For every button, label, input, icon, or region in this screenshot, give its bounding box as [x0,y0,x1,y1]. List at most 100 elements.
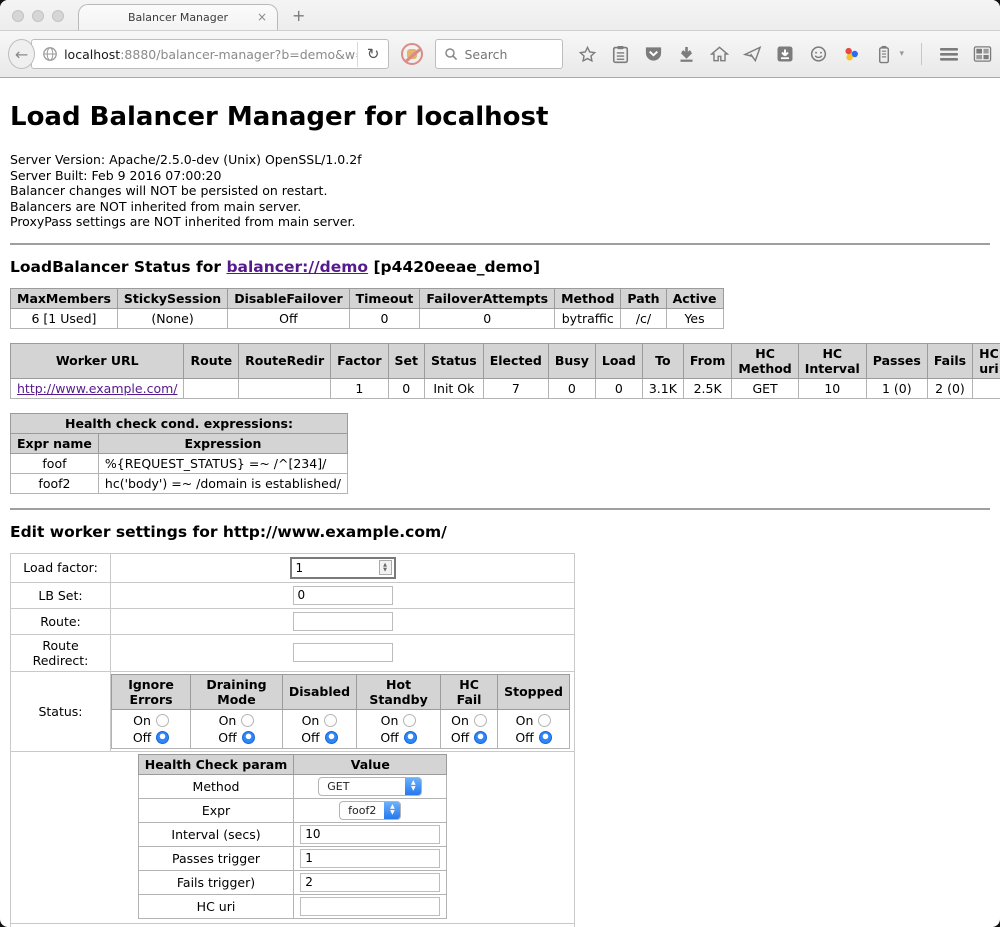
col-worker-url: Worker URL [11,343,184,378]
col-load: Load [595,343,642,378]
worker-url-link[interactable]: http://www.example.com/ [17,381,177,396]
save-page-icon[interactable] [775,44,795,64]
inherit-note-line: Balancers are NOT inherited from main se… [10,199,990,215]
navigation-toolbar: ← localhost:8880/balancer-manager?b=demo… [0,30,1000,78]
col-failoverattempts: FailoverAttempts [420,288,555,308]
off-label: Off [133,729,151,746]
menu-hamburger-icon[interactable] [939,44,959,64]
form-row-route: Route: [11,608,575,634]
cell-disablefailover: Off [228,308,349,328]
number-spinner-icon[interactable]: ▲▼ [379,560,392,575]
col-expr-name: Expr name [11,433,99,453]
page-content: Load Balancer Manager for localhost Serv… [0,78,1000,927]
cell-busy: 0 [548,378,595,398]
disabled-on-radio[interactable] [324,714,337,727]
cell-load: 0 [595,378,642,398]
col-disablefailover: DisableFailover [228,288,349,308]
cell-expression: %{REQUEST_STATUS} =~ /^[234]/ [98,453,347,473]
lb-set-label: LB Set: [11,582,111,608]
col-elected: Elected [483,343,548,378]
status-radio-row: On Off On Off On Off [112,709,570,748]
draining-mode-off-radio[interactable] [242,731,255,744]
reload-button[interactable]: ↻ [357,42,389,67]
window-minimize-button[interactable] [32,10,44,22]
method-select-value: GET [319,780,405,793]
tab-balancer-manager[interactable]: Balancer Manager × [78,4,278,30]
send-icon[interactable] [742,44,762,64]
off-label: Off [218,729,236,746]
downloads-icon[interactable] [676,44,696,64]
reading-list-icon[interactable] [610,44,630,64]
table-header-row: MaxMembers StickySession DisableFailover… [11,288,724,308]
hc-uri-input[interactable] [300,897,440,916]
window-close-button[interactable] [12,10,24,22]
on-label: On [133,712,151,729]
cell-maxmembers: 6 [1 Used] [11,308,118,328]
battery-extension-icon[interactable] [874,44,894,64]
table-header-row: Worker URL Route RouteRedir Factor Set S… [11,343,1000,378]
off-label: Off [380,729,398,746]
ignore-errors-on-radio[interactable] [156,714,169,727]
adblock-icon[interactable] [401,43,423,65]
pocket-icon[interactable] [643,44,663,64]
home-icon[interactable] [709,44,729,64]
ignore-errors-radios: On Off [112,709,191,748]
extension-dropdown-caret-icon[interactable]: ▾ [899,49,904,59]
lb-set-input[interactable] [293,586,393,605]
chat-smiley-icon[interactable] [808,44,828,64]
hot-standby-off-radio[interactable] [404,731,417,744]
stopped-off-radio[interactable] [539,731,552,744]
window-zoom-button[interactable] [52,10,64,22]
download-helper-dots-icon[interactable] [841,44,861,64]
search-icon [444,47,458,61]
tab-groups-icon[interactable] [972,44,992,64]
hc-expressions-table: Health check cond. expressions: Expr nam… [10,413,348,494]
balancer-status-table: MaxMembers StickySession DisableFailover… [10,288,724,329]
expr-label: Expr [138,798,294,822]
col-hc-method: HC Method [732,343,798,378]
hc-fail-off-radio[interactable] [474,731,487,744]
tab-close-icon[interactable]: × [257,10,267,24]
url-bar[interactable]: localhost:8880/balancer-manager?b=demo&w… [31,39,389,69]
col-active: Active [666,288,723,308]
stopped-on-radio[interactable] [538,714,551,727]
bookmark-star-icon[interactable] [577,44,597,64]
disabled-off-radio[interactable] [325,731,338,744]
expr-select-value: foof2 [340,804,384,817]
hc-header-row: Health Check param Value [138,754,447,774]
expr-select[interactable]: foof2 ▲▼ [339,801,401,820]
worker-status-table: Worker URL Route RouteRedir Factor Set S… [10,343,1000,399]
col-method: Method [555,288,621,308]
fails-input[interactable] [300,873,440,892]
on-label: On [219,712,237,729]
hot-standby-on-radio[interactable] [403,714,416,727]
cell-expression: hc('body') =~ /domain is established/ [98,473,347,493]
passes-input[interactable] [300,849,440,868]
loadbalancer-status-heading: LoadBalancer Status for balancer://demo … [10,258,990,276]
balancer-demo-link[interactable]: balancer://demo [226,258,368,276]
cell-set: 0 [388,378,424,398]
passes-label: Passes trigger [138,846,294,870]
col-ignore-errors: Ignore Errors [112,674,191,709]
hc-fail-on-radio[interactable] [474,714,487,727]
ignore-errors-off-radio[interactable] [156,731,169,744]
col-timeout: Timeout [349,288,420,308]
route-input[interactable] [293,612,393,631]
cell-method: bytraffic [555,308,621,328]
col-disabled: Disabled [282,674,356,709]
method-select[interactable]: GET ▲▼ [318,777,422,796]
new-tab-button[interactable]: + [292,6,305,25]
method-label: Method [138,774,294,798]
load-factor-input[interactable] [292,561,379,575]
form-row-status: Status: Ignore Errors Draining Mode Disa… [11,671,575,751]
cell-expr-name: foof [11,453,99,473]
back-button[interactable]: ← [8,39,35,69]
search-bar[interactable] [435,39,563,69]
interval-input[interactable] [300,825,440,844]
server-built-line: Server Built: Feb 9 2016 07:00:20 [10,168,990,184]
col-stopped: Stopped [498,674,570,709]
route-redirect-input[interactable] [293,643,393,662]
draining-mode-on-radio[interactable] [241,714,254,727]
expr-row: foof %{REQUEST_STATUS} =~ /^[234]/ [11,453,348,473]
search-input[interactable] [464,47,554,62]
